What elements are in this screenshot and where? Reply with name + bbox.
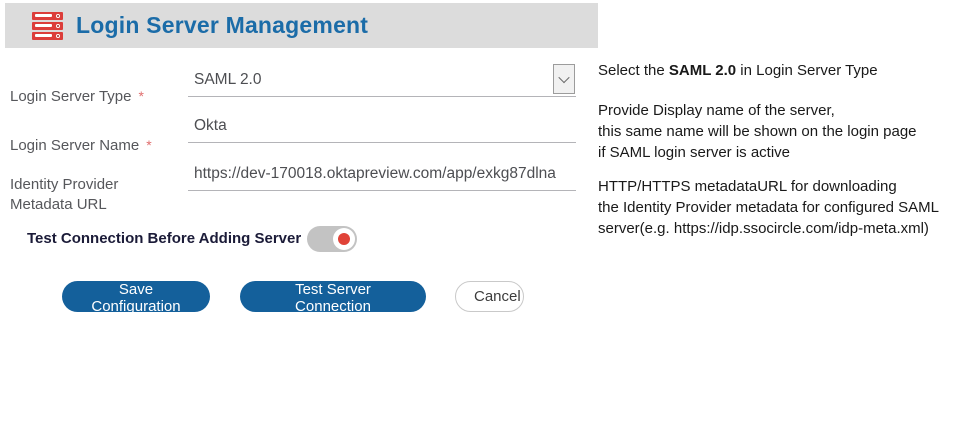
help-select-type: Select the SAML 2.0 in Login Server Type	[598, 60, 952, 81]
metadata-url-field	[188, 154, 576, 191]
help-select-suffix: in Login Server Type	[736, 62, 877, 79]
metadata-url-label: Identity Provider Metadata URL	[10, 155, 118, 215]
metadata-url-input[interactable]	[188, 154, 576, 190]
login-server-type-label-text: Login Server Type	[10, 88, 131, 105]
save-configuration-button[interactable]: Save Configuration	[62, 281, 210, 312]
help-display-name: Provide Display name of the server, this…	[598, 100, 952, 163]
login-server-name-field	[188, 106, 576, 143]
login-server-type-value: SAML 2.0	[194, 71, 548, 89]
login-server-type-label: Login Server Type *	[10, 66, 144, 107]
help-metadata-url: HTTP/HTTPS metadataURL for downloading t…	[598, 176, 952, 239]
login-server-name-label: Login Server Name *	[10, 115, 152, 156]
login-server-name-input[interactable]	[188, 106, 576, 142]
test-connection-toggle[interactable]	[307, 226, 357, 252]
server-stack-icon	[32, 12, 63, 40]
metadata-url-label-text: Identity Provider Metadata URL	[10, 176, 118, 213]
help-select-bold: SAML 2.0	[669, 62, 736, 79]
test-server-connection-button[interactable]: Test Server Connection	[240, 281, 426, 312]
required-asterisk: *	[146, 137, 151, 153]
cancel-button[interactable]: Cancel	[455, 281, 524, 312]
server-bar	[32, 32, 63, 40]
toggle-knob	[333, 228, 355, 250]
required-asterisk: *	[138, 88, 143, 104]
test-connection-toggle-label: Test Connection Before Adding Server	[27, 230, 301, 247]
help-panel: Select the SAML 2.0 in Login Server Type…	[598, 60, 952, 239]
login-server-type-select[interactable]: SAML 2.0	[188, 60, 576, 97]
page-header: Login Server Management	[5, 3, 598, 48]
login-server-name-label-text: Login Server Name	[10, 137, 139, 154]
chevron-down-icon	[558, 72, 569, 83]
page-title: Login Server Management	[76, 12, 368, 39]
toggle-knob-dot	[338, 233, 350, 245]
server-bar	[32, 12, 63, 20]
help-select-prefix: Select the	[598, 62, 669, 79]
dropdown-button[interactable]	[553, 64, 575, 94]
server-bar	[32, 22, 63, 30]
login-server-management-page: Login Server Management Login Server Typ…	[0, 0, 954, 430]
